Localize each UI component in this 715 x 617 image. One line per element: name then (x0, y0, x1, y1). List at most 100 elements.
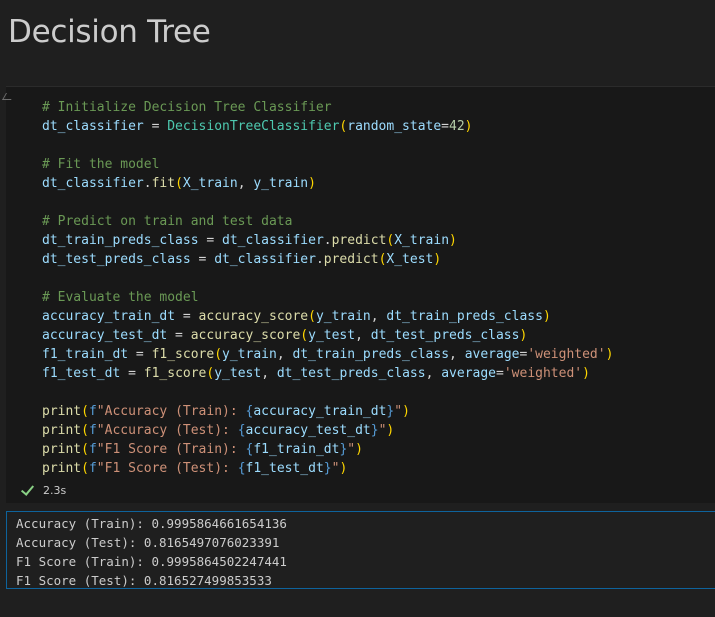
code-line: dt_classifier = DecisionTreeClassifier(r… (42, 117, 613, 136)
code-token: " (347, 442, 356, 457)
code-token: predict (323, 252, 379, 267)
code-token: = (496, 366, 504, 381)
code-token: ( (175, 176, 183, 191)
output-line: Accuracy (Train): 0.9995864661654136 (16, 516, 287, 531)
code-token: { (237, 423, 246, 438)
code-token: ) (582, 366, 590, 381)
code-token: accuracy_train_dt (253, 404, 387, 419)
code-token: dt_test_preds_class (370, 328, 520, 343)
code-token: . (323, 233, 332, 248)
cell-output[interactable]: Accuracy (Train): 0.9995864661654136 Accu… (6, 511, 715, 589)
code-line: # Predict on train and test data (42, 212, 613, 231)
code-token: ) (464, 119, 473, 134)
code-editor[interactable]: # Initialize Decision Tree Classifier dt_… (42, 98, 613, 478)
code-token: dt_classifier (214, 252, 316, 267)
code-token: , (276, 347, 293, 362)
code-token: y_train (222, 347, 277, 362)
execution-status: 2.3s (20, 481, 67, 497)
code-line: f1_train_dt = f1_score(y_train, dt_train… (42, 345, 613, 364)
code-token: ) (386, 423, 395, 438)
code-token: , (237, 176, 254, 191)
code-line: print(f"Accuracy (Test): {accuracy_test_… (42, 421, 613, 440)
code-token: = (143, 119, 168, 134)
code-token: dt_classifier (42, 176, 144, 191)
code-line: dt_classifier.fit(X_train, y_train) (42, 174, 613, 193)
code-token: , (370, 309, 387, 324)
code-token: ( (308, 309, 316, 324)
code-token: ) (449, 233, 457, 248)
code-token: ) (605, 347, 614, 362)
markdown-heading: Decision Tree (8, 14, 211, 50)
code-token: fit (151, 176, 176, 191)
code-token: = (175, 309, 199, 324)
code-token: "F1 Score (Test): (96, 461, 238, 476)
code-token: = (128, 347, 152, 362)
output-line: F1 Score (Test): 0.816527499853533 (16, 573, 272, 588)
code-token: "F1 Score (Train): (96, 442, 246, 457)
output-line: Accuracy (Test): 0.8165497076023391 (16, 535, 280, 550)
code-token: , (261, 366, 277, 381)
code-token: "Accuracy (Train): (96, 404, 246, 419)
code-token: { (237, 461, 246, 476)
code-token: # Evaluate the model (42, 290, 199, 305)
code-token: ) (433, 252, 442, 267)
code-token: " (394, 404, 403, 419)
code-token: print (42, 442, 82, 457)
code-token: dt_test_preds_class (42, 252, 191, 267)
code-token: } (370, 423, 379, 438)
code-token: print (42, 423, 82, 438)
code-token: X_test (386, 252, 434, 267)
code-token: ) (339, 461, 348, 476)
code-line: print(f"F1 Score (Test): {f1_test_dt}") (42, 459, 613, 478)
code-token: 'weighted' (503, 366, 583, 381)
code-token: # Fit the model (42, 157, 160, 172)
execution-time: 2.3s (43, 484, 67, 497)
code-token: , (449, 347, 465, 362)
code-line: print(f"F1 Score (Train): {f1_train_dt}"… (42, 440, 613, 459)
code-token: ( (81, 442, 89, 457)
code-line: print(f"Accuracy (Train): {accuracy_trai… (42, 402, 613, 421)
code-line: accuracy_train_dt = accuracy_score(y_tra… (42, 307, 613, 326)
code-token: dt_classifier (42, 119, 144, 134)
code-token: predict (331, 233, 387, 248)
code-line: f1_test_dt = f1_score(y_test, dt_test_pr… (42, 364, 613, 383)
code-token: f1_score (143, 366, 207, 381)
code-token: accuracy_test_dt (245, 423, 371, 438)
code-token: f (88, 442, 97, 457)
code-token: f1_score (151, 347, 215, 362)
code-token: ) (308, 176, 316, 191)
code-token: ) (402, 404, 410, 419)
code-token: ( (81, 404, 89, 419)
code-line: accuracy_test_dt = accuracy_score(y_test… (42, 326, 613, 345)
code-line: # Initialize Decision Tree Classifier (42, 98, 613, 117)
code-line: # Fit the model (42, 155, 613, 174)
code-token: "Accuracy (Test): (96, 423, 238, 438)
code-token: dt_train_preds_class (42, 233, 199, 248)
code-cell[interactable]: # Initialize Decision Tree Classifier dt_… (1, 86, 715, 503)
code-token: f (88, 423, 97, 438)
code-token: y_train (315, 309, 371, 324)
code-token: 'weighted' (527, 347, 606, 362)
code-token: print (42, 461, 82, 476)
code-token: y_train (253, 176, 309, 191)
code-line: dt_train_preds_class = dt_classifier.pre… (42, 231, 613, 250)
code-token: accuracy_score (190, 328, 301, 343)
code-token: = (198, 233, 223, 248)
code-token: random_state (347, 119, 442, 134)
code-token: = (167, 328, 191, 343)
code-token: ( (214, 347, 223, 362)
code-token: ) (519, 328, 528, 343)
code-token: f1_test_dt (245, 461, 324, 476)
output-line: F1 Score (Train): 0.9995864502247441 (16, 554, 287, 569)
code-token: ( (300, 328, 309, 343)
code-token: = (190, 252, 215, 267)
code-line: # Evaluate the model (42, 288, 613, 307)
code-token: = (120, 366, 144, 381)
cell-collapse-icon[interactable] (1, 93, 16, 100)
code-token: , (355, 328, 371, 343)
code-token: f1_train_dt (253, 442, 340, 457)
code-token: print (42, 404, 82, 419)
